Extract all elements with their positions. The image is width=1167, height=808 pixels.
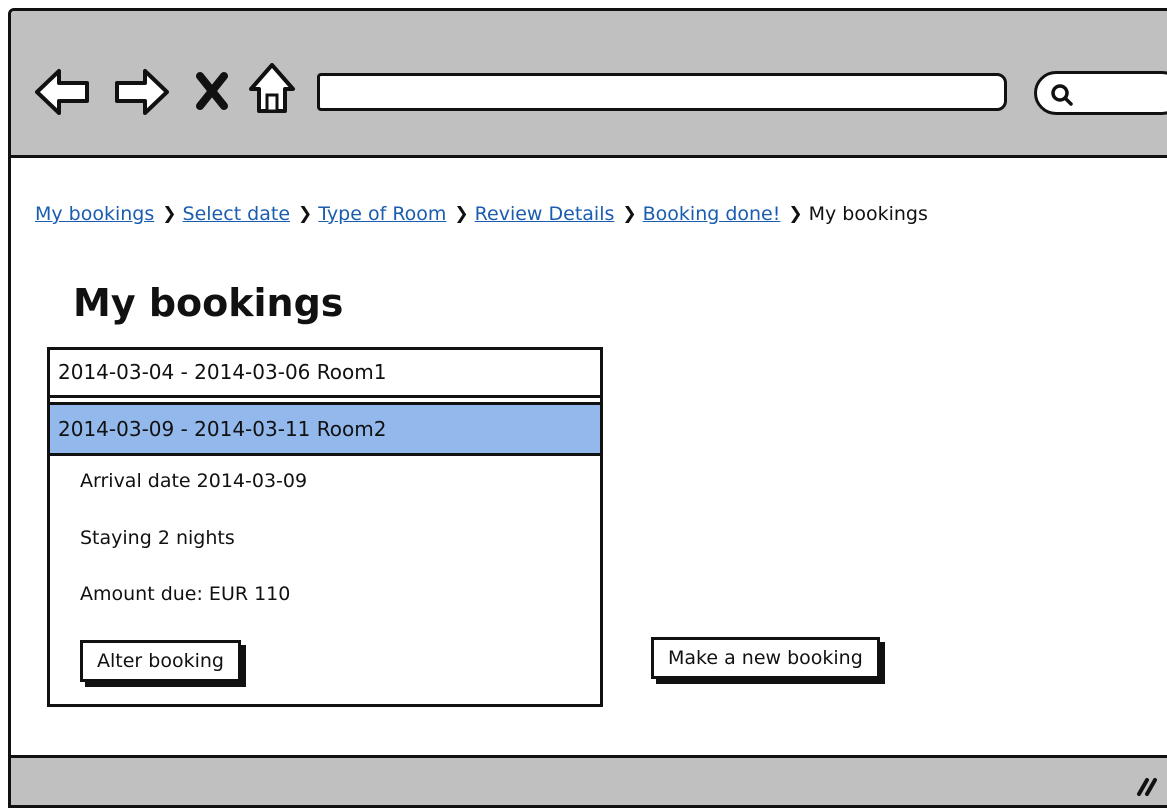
breadcrumb-link-my-bookings[interactable]: My bookings — [35, 203, 154, 225]
alter-booking-button[interactable]: Alter booking — [80, 640, 241, 682]
breadcrumb-link-review-details[interactable]: Review Details — [475, 203, 615, 225]
stop-x-icon[interactable] — [195, 71, 229, 115]
chevron-right-icon: ❯ — [622, 204, 637, 224]
nights-text: Staying 2 nights — [80, 527, 235, 549]
back-arrow-icon[interactable] — [33, 63, 93, 125]
breadcrumb-link-booking-done[interactable]: Booking done! — [643, 203, 781, 225]
breadcrumb-link-select-date[interactable]: Select date — [183, 203, 291, 225]
arrival-date-text: Arrival date 2014-03-09 — [80, 470, 308, 492]
booking-row-selected[interactable]: 2014-03-09 - 2014-03-11 Room2 — [47, 402, 603, 456]
page-title: My bookings — [73, 281, 344, 325]
browser-toolbar — [11, 11, 1167, 158]
browser-window: My bookings ❯ Select date ❯ Type of Room… — [8, 8, 1167, 808]
search-field[interactable] — [1034, 71, 1167, 115]
bookings-list: 2014-03-04 - 2014-03-06 Room1 2014-03-09… — [47, 347, 603, 707]
search-icon — [1051, 84, 1073, 106]
breadcrumb-current: My bookings — [808, 203, 928, 225]
chevron-right-icon: ❯ — [298, 204, 313, 224]
resize-grip-icon[interactable] — [1131, 774, 1157, 802]
breadcrumb: My bookings ❯ Select date ❯ Type of Room… — [35, 203, 928, 225]
status-bar — [11, 755, 1167, 805]
amount-due-text: Amount due: EUR 110 — [80, 583, 291, 605]
new-booking-button[interactable]: Make a new booking — [651, 637, 880, 679]
forward-arrow-icon[interactable] — [111, 63, 171, 125]
home-icon[interactable] — [245, 59, 299, 121]
chevron-right-icon: ❯ — [162, 204, 177, 224]
booking-row[interactable]: 2014-03-04 - 2014-03-06 Room1 — [50, 350, 600, 398]
breadcrumb-link-type-of-room[interactable]: Type of Room — [318, 203, 446, 225]
chevron-right-icon: ❯ — [454, 204, 469, 224]
address-bar[interactable] — [317, 73, 1007, 111]
chevron-right-icon: ❯ — [788, 204, 803, 224]
